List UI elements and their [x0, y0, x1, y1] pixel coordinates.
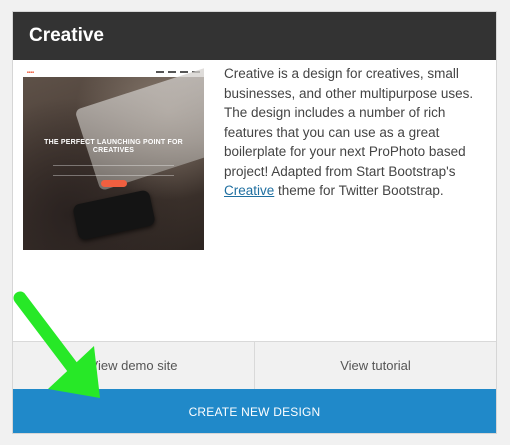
- view-tutorial-button[interactable]: View tutorial: [254, 342, 496, 389]
- creative-theme-link[interactable]: Creative: [224, 183, 274, 198]
- preview-hero-subtext: [53, 165, 174, 176]
- preview-navbar: ■■■■: [23, 67, 204, 77]
- secondary-actions: View demo site View tutorial: [13, 341, 496, 389]
- create-new-design-button[interactable]: CREATE NEW DESIGN: [13, 389, 496, 433]
- card-body: ■■■■ THE PERFECT LAUNCHING POINT FOR CRE…: [13, 60, 496, 341]
- preview-brand: ■■■■: [27, 70, 35, 74]
- design-preview-thumbnail: ■■■■ THE PERFECT LAUNCHING POINT FOR CRE…: [23, 67, 204, 250]
- card-header: Creative: [13, 12, 496, 60]
- preview-phone-image: [72, 189, 156, 241]
- design-description: Creative is a design for creatives, smal…: [224, 66, 474, 198]
- view-demo-site-button[interactable]: View demo site: [13, 342, 254, 389]
- preview-hero-button: [101, 180, 127, 187]
- preview-hero: THE PERFECT LAUNCHING POINT FOR CREATIVE…: [23, 67, 204, 250]
- design-card: Creative ■■■■ THE PERFECT LAUNCHING POIN…: [12, 11, 497, 434]
- preview-hero-title: THE PERFECT LAUNCHING POINT FOR CREATIVE…: [44, 139, 183, 154]
- design-title: Creative: [29, 25, 104, 46]
